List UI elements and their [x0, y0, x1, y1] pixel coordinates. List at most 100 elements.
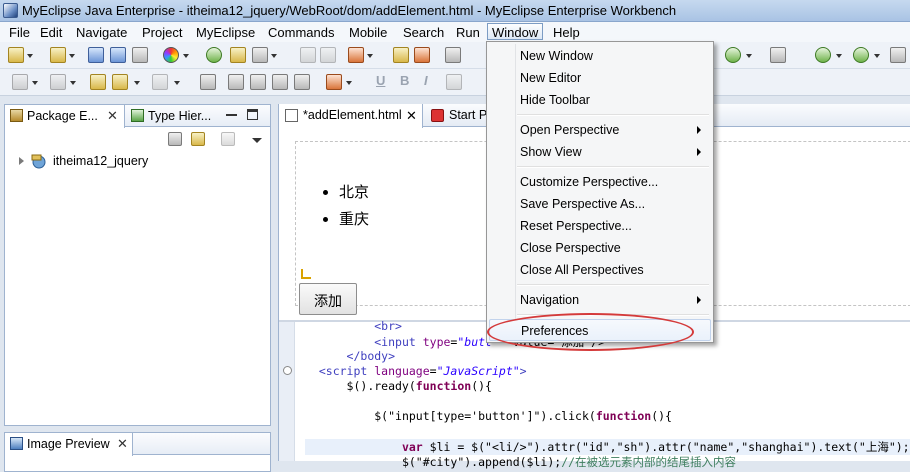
menu-item-new-window[interactable]: New Window: [489, 45, 711, 67]
preview-layout-icon[interactable]: [294, 74, 310, 90]
tab-type-hierarchy[interactable]: Type Hier...: [126, 105, 224, 127]
menu-navigate[interactable]: Navigate: [72, 24, 131, 41]
menu-item-open-perspective[interactable]: Open Perspective: [489, 119, 711, 141]
list-item[interactable]: 重庆: [339, 208, 369, 229]
debug-icon[interactable]: [815, 47, 831, 63]
menu-help[interactable]: Help: [549, 24, 584, 41]
view-menu-icon[interactable]: [252, 138, 262, 143]
menu-mobile[interactable]: Mobile: [345, 24, 391, 41]
dropdown-arrow-icon[interactable]: [70, 81, 76, 85]
tab-addelement-html[interactable]: *addElement.html ✕: [279, 104, 423, 128]
color-palette-icon[interactable]: [163, 47, 179, 63]
next-annotation-icon[interactable]: [12, 74, 28, 90]
close-icon[interactable]: ✕: [406, 108, 417, 124]
collapse-all-icon[interactable]: [168, 132, 182, 146]
undo-icon[interactable]: [300, 47, 316, 63]
maximize-icon[interactable]: [247, 109, 258, 120]
dropdown-arrow-icon[interactable]: [874, 54, 880, 58]
menu-window[interactable]: Window: [487, 23, 544, 40]
dropdown-arrow-icon[interactable]: [32, 81, 38, 85]
redo-icon[interactable]: [320, 47, 336, 63]
dropdown-arrow-icon[interactable]: [346, 81, 352, 85]
run-icon[interactable]: [853, 47, 869, 63]
save-all-icon[interactable]: [110, 47, 126, 63]
menu-run[interactable]: Run: [452, 24, 484, 41]
menu-item-navigation[interactable]: Navigation: [489, 289, 711, 311]
jar-icon[interactable]: [414, 47, 430, 63]
deploy-icon[interactable]: [206, 47, 222, 63]
open-type-icon[interactable]: [348, 47, 364, 63]
code-line: <script language="JavaScript">: [318, 364, 527, 378]
database-icon[interactable]: [445, 47, 461, 63]
fold-toggle-icon[interactable]: [283, 366, 292, 375]
menu-item-new-editor[interactable]: New Editor: [489, 67, 711, 89]
format-icon[interactable]: [326, 74, 342, 90]
menu-item-reset-perspective[interactable]: Reset Perspective...: [489, 215, 711, 237]
close-icon[interactable]: ✕: [117, 436, 128, 452]
last-edit-location-icon[interactable]: [90, 74, 106, 90]
menu-item-label: Show View: [520, 145, 582, 159]
dropdown-arrow-icon[interactable]: [69, 54, 75, 58]
tab-image-preview[interactable]: Image Preview ✕: [5, 433, 133, 456]
dropdown-arrow-icon[interactable]: [836, 54, 842, 58]
window-title: MyEclipse Java Enterprise - itheima12_jq…: [22, 3, 677, 18]
link-with-editor-icon[interactable]: [191, 132, 205, 146]
menu-search[interactable]: Search: [399, 24, 448, 41]
dropdown-arrow-icon[interactable]: [746, 54, 752, 58]
dropdown-arrow-icon[interactable]: [134, 81, 140, 85]
previous-annotation-icon[interactable]: [50, 74, 66, 90]
menu-item-customize-perspective[interactable]: Customize Perspective...: [489, 171, 711, 193]
menu-item-close-all-perspectives[interactable]: Close All Perspectives: [489, 259, 711, 281]
bold-button[interactable]: B: [400, 73, 409, 88]
dropdown-arrow-icon[interactable]: [27, 54, 33, 58]
tree-item-label: itheima12_jquery: [53, 154, 149, 168]
dropdown-arrow-icon[interactable]: [271, 54, 277, 58]
package-explorer-icon: [10, 109, 23, 122]
italic-button[interactable]: I: [424, 73, 428, 88]
focus-icon[interactable]: [221, 132, 235, 146]
new-icon[interactable]: [8, 47, 24, 63]
start-page-icon: [431, 109, 444, 122]
menu-item-save-perspective-as[interactable]: Save Perspective As...: [489, 193, 711, 215]
save-icon[interactable]: [88, 47, 104, 63]
submenu-arrow-icon: [697, 148, 701, 156]
design-layout-icon[interactable]: [228, 74, 244, 90]
dropdown-arrow-icon[interactable]: [174, 81, 180, 85]
web-project-icon: [31, 153, 49, 169]
menu-separator: [517, 114, 709, 116]
add-button[interactable]: 添加: [299, 283, 357, 315]
split-layout-icon[interactable]: [250, 74, 266, 90]
dropdown-arrow-icon[interactable]: [183, 54, 189, 58]
list-item[interactable]: 北京: [339, 181, 369, 202]
server-icon[interactable]: [230, 47, 246, 63]
tab-package-explorer[interactable]: Package E... ✕: [5, 105, 125, 128]
menu-item-close-perspective[interactable]: Close Perspective: [489, 237, 711, 259]
menu-item-hide-toolbar[interactable]: Hide Toolbar: [489, 89, 711, 111]
minimize-icon[interactable]: [226, 109, 237, 116]
menu-commands[interactable]: Commands: [264, 24, 338, 41]
code-line: <br>: [374, 319, 402, 333]
web-browser-icon[interactable]: [725, 47, 741, 63]
close-icon[interactable]: ✕: [107, 108, 118, 124]
menu-item-show-view[interactable]: Show View: [489, 141, 711, 163]
underline-button[interactable]: U: [376, 73, 385, 88]
font-size-icon[interactable]: [446, 74, 462, 90]
source-layout-icon[interactable]: [272, 74, 288, 90]
dropdown-arrow-icon[interactable]: [367, 54, 373, 58]
menu-myeclipse[interactable]: MyEclipse: [192, 24, 259, 41]
code-line: $().ready(function(){: [346, 379, 492, 393]
forward-icon[interactable]: [152, 74, 168, 90]
expand-twisty-icon[interactable]: [19, 157, 24, 165]
toggle-icon[interactable]: [770, 47, 786, 63]
back-icon[interactable]: [112, 74, 128, 90]
pin-editor-icon[interactable]: [200, 74, 216, 90]
tab-start-page[interactable]: Start Pa: [425, 104, 495, 127]
menu-edit[interactable]: Edit: [36, 24, 66, 41]
menu-file[interactable]: File: [5, 24, 34, 41]
external-tools-icon[interactable]: [890, 47, 906, 63]
build-hammer-icon[interactable]: [252, 47, 268, 63]
menu-project[interactable]: Project: [138, 24, 186, 41]
package-icon[interactable]: [393, 47, 409, 63]
print-icon[interactable]: [132, 47, 148, 63]
new-web-project-icon[interactable]: [50, 47, 66, 63]
